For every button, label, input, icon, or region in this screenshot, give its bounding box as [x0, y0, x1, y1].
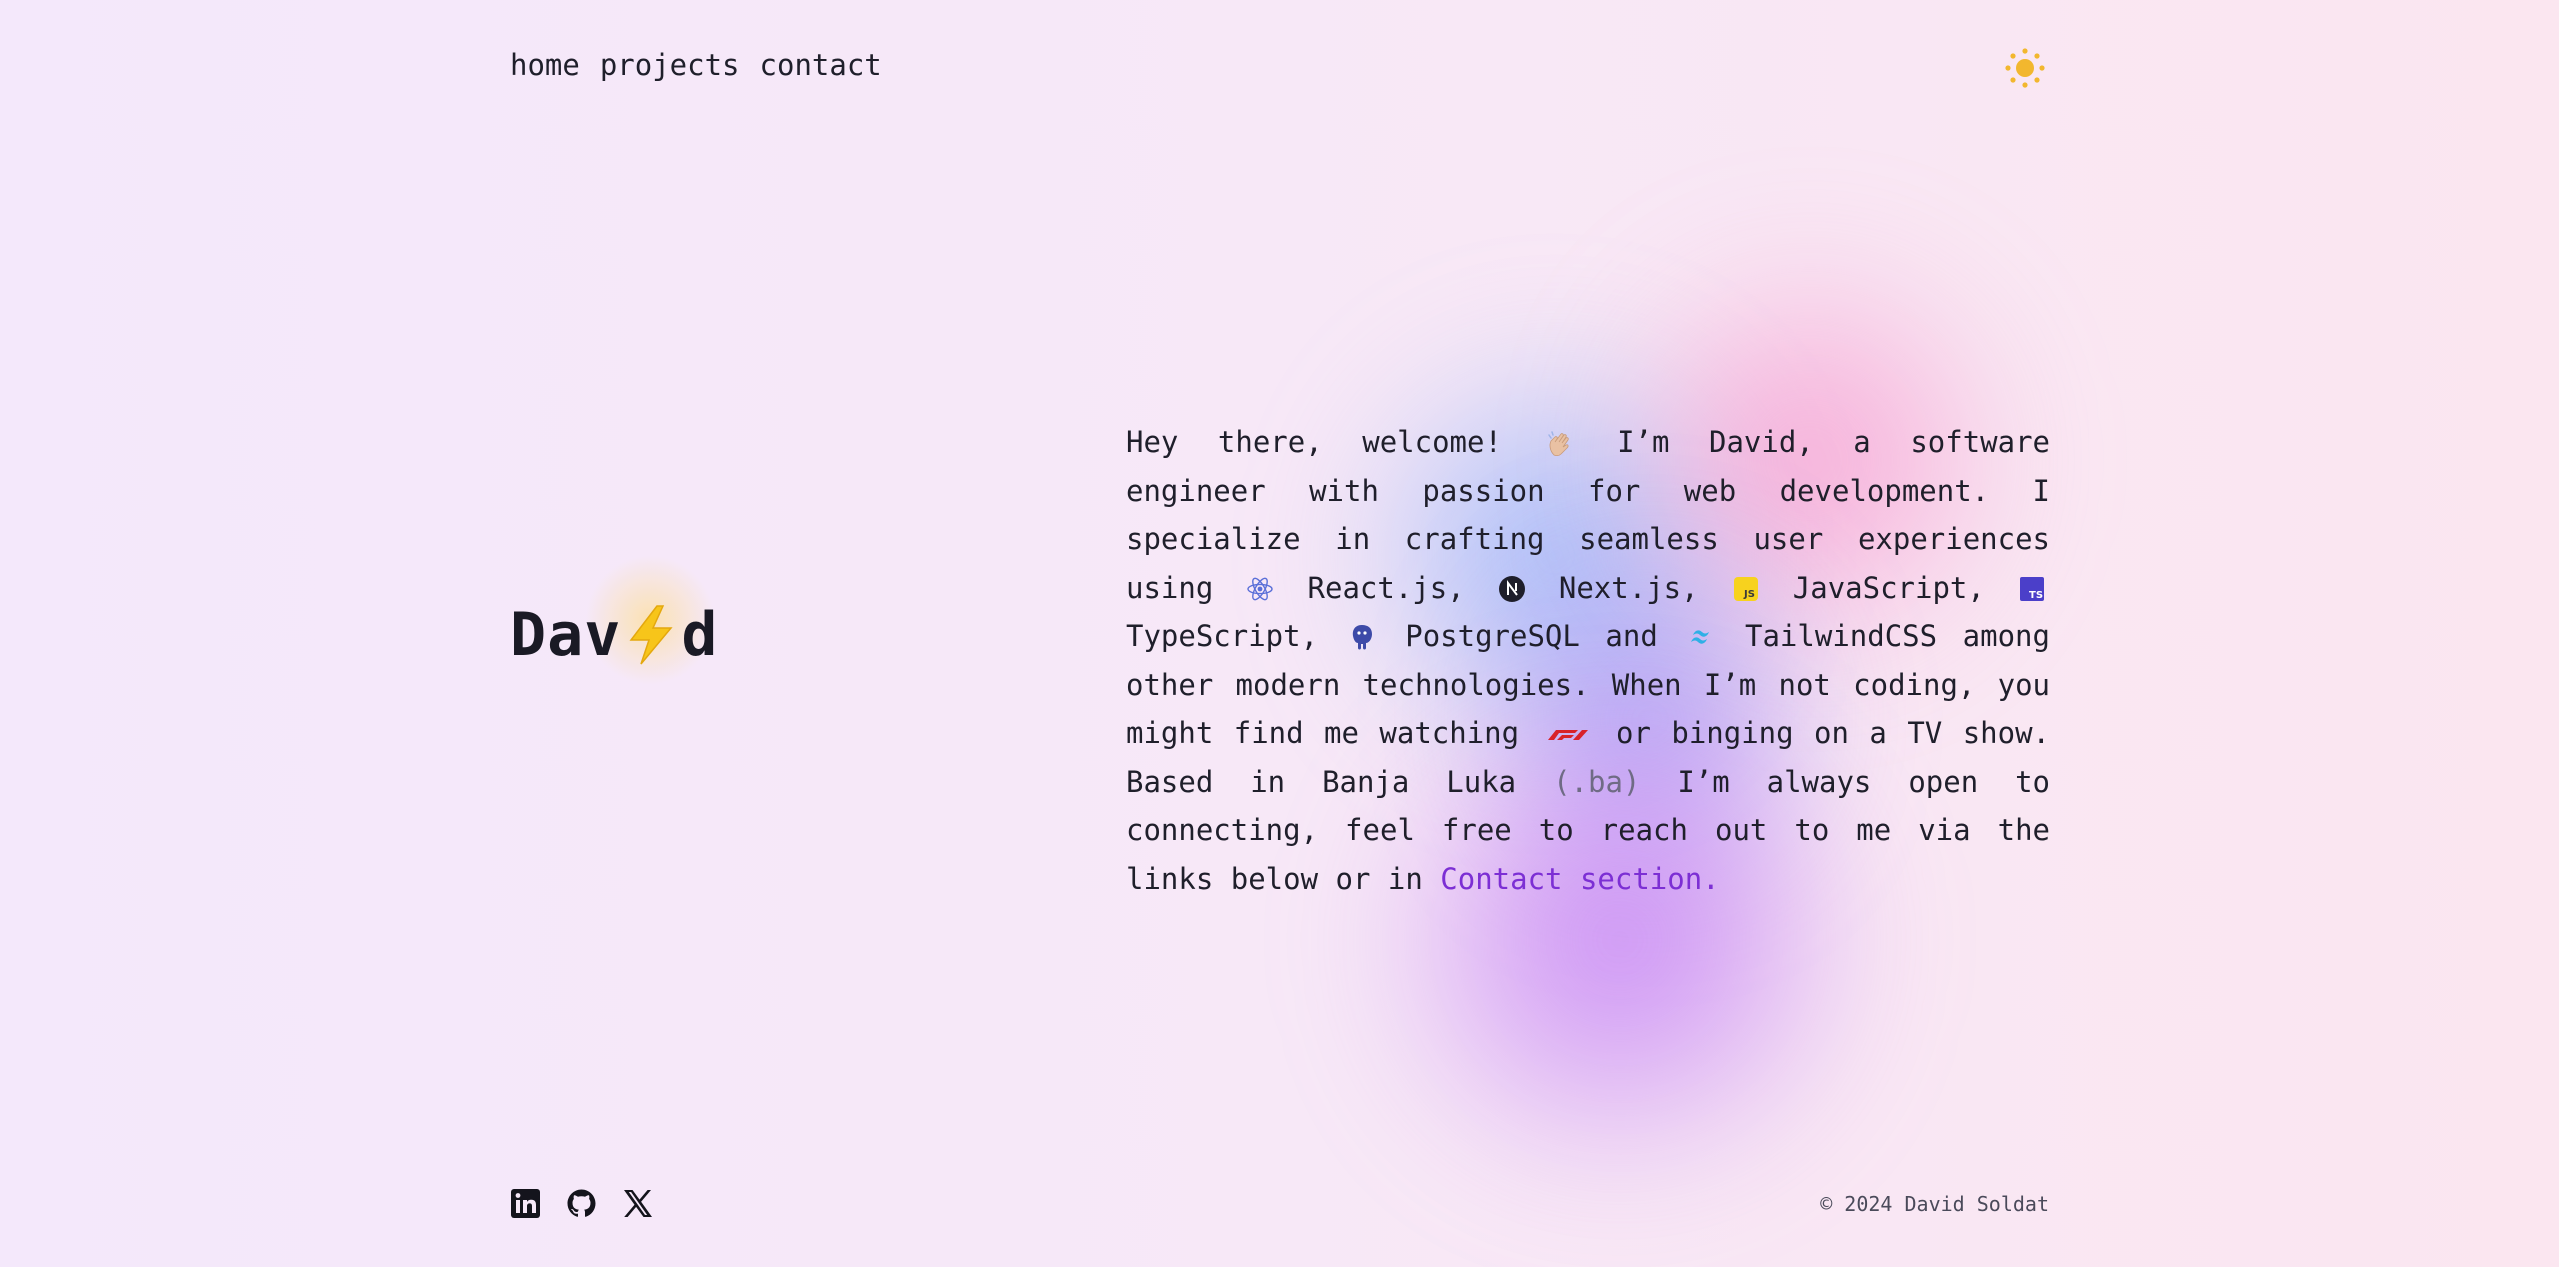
- linkedin-icon[interactable]: [510, 1188, 541, 1219]
- theme-toggle-button[interactable]: [2004, 47, 2046, 89]
- nav-projects-link[interactable]: projects: [600, 48, 740, 82]
- lightning-bolt-icon: [629, 605, 673, 665]
- nextjs-icon: [1498, 575, 1525, 602]
- github-icon[interactable]: [566, 1188, 597, 1219]
- bio-greeting: Hey there, welcome!: [1126, 425, 1502, 459]
- bio-paragraph: Hey there, welcome! I’m David, a softwar…: [1126, 418, 2050, 903]
- javascript-icon: JS: [1733, 576, 1758, 601]
- nav-contact-link[interactable]: contact: [760, 48, 882, 82]
- contact-section-link[interactable]: Contact section.: [1440, 862, 1719, 896]
- formula1-logo-icon: [1547, 730, 1588, 740]
- country-code: (.ba): [1553, 764, 1641, 799]
- x-icon[interactable]: [622, 1188, 653, 1219]
- tech-postgresql: PostgreSQL and: [1405, 619, 1658, 653]
- tech-next: Next.js,: [1558, 570, 1699, 605]
- tech-tailwind: TailwindCSS: [1745, 619, 1938, 653]
- social-links: [510, 1188, 653, 1219]
- svg-text:TS: TS: [2029, 590, 2043, 601]
- svg-text:JS: JS: [1743, 589, 1755, 600]
- main-nav: home projects contact: [510, 48, 882, 82]
- logo-text-start: Dav: [510, 600, 622, 670]
- typescript-icon: TS: [2019, 576, 2044, 601]
- logo-text-end: d: [681, 600, 719, 670]
- tailwindcss-icon: [1691, 630, 1710, 644]
- tech-typescript: TypeScript,: [1126, 619, 1319, 653]
- tech-javascript: JavaScript,: [1792, 570, 1985, 605]
- site-logo[interactable]: Dav d: [510, 600, 719, 670]
- react-icon: [1247, 577, 1274, 600]
- waving-hand-icon: [1547, 431, 1569, 457]
- postgresql-icon: [1352, 625, 1372, 650]
- copyright-text: © 2024 David Soldat: [1820, 1192, 2049, 1216]
- tech-react: React.js,: [1307, 570, 1465, 605]
- nav-home-link[interactable]: home: [510, 48, 580, 82]
- sun-icon: [2005, 48, 2045, 88]
